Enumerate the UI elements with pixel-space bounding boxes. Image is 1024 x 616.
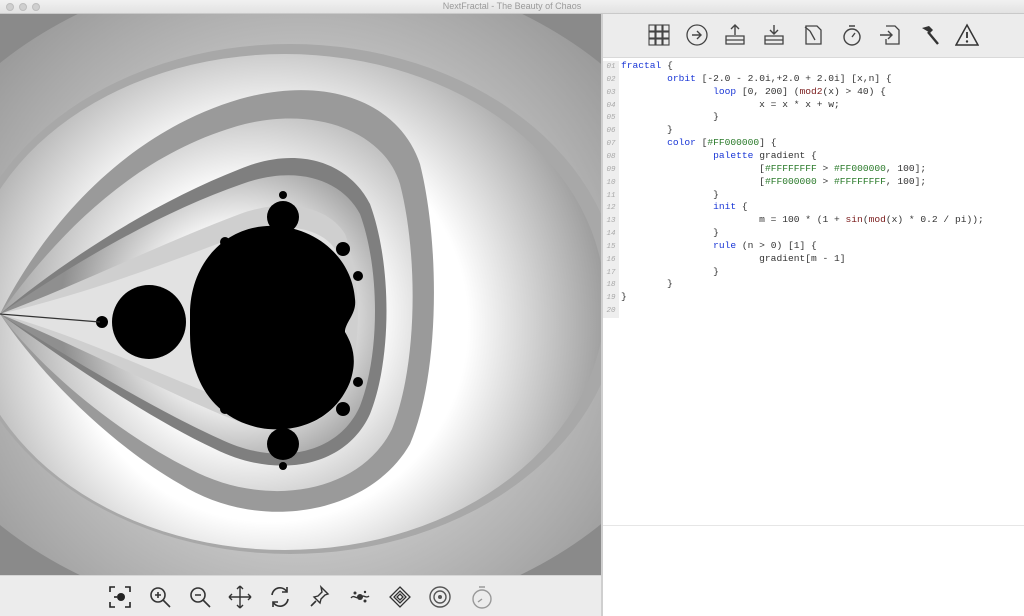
capture-icon[interactable] bbox=[426, 583, 454, 611]
line-text: color [#FF000000] { bbox=[667, 137, 777, 149]
move-icon[interactable] bbox=[226, 583, 254, 611]
code-line[interactable]: 06 } bbox=[603, 123, 1024, 139]
code-line[interactable]: 12 init { bbox=[603, 200, 1024, 216]
code-line[interactable]: 09 [#FFFFFFFF > #FF000000, 100]; bbox=[603, 162, 1024, 177]
code-line[interactable]: 13 m = 100 * (1 + sin(mod(x) * 0.2 / pi)… bbox=[603, 213, 1024, 229]
hammer-icon[interactable] bbox=[916, 21, 942, 49]
julia-icon[interactable] bbox=[346, 583, 374, 611]
orbit-icon[interactable] bbox=[386, 583, 414, 611]
code-line[interactable]: 01 fractal { bbox=[603, 59, 1024, 74]
line-text: rule (n > 0) [1] { bbox=[713, 239, 817, 251]
code-line[interactable]: 19} bbox=[603, 290, 1024, 306]
code-line[interactable]: 10 [#FF000000 > #FFFFFFFF, 100]; bbox=[603, 175, 1024, 190]
export-icon[interactable] bbox=[877, 21, 903, 49]
line-text: } bbox=[621, 111, 719, 123]
line-text: orbit [-2.0 - 2.0i,+2.0 + 2.0i] [x,n] { bbox=[667, 72, 892, 84]
line-text: gradient[m - 1] bbox=[621, 252, 846, 264]
fractal-view[interactable] bbox=[0, 14, 601, 575]
code-line[interactable]: 04 x = x * x + w; bbox=[603, 98, 1024, 113]
pin-icon[interactable] bbox=[306, 583, 334, 611]
zoom-out-icon[interactable] bbox=[186, 583, 214, 611]
code-line[interactable]: 14 } bbox=[603, 226, 1024, 242]
window-title: NextFractal - The Beauty of Chaos bbox=[442, 1, 582, 11]
code-line[interactable]: 07 color [#FF000000] { bbox=[603, 136, 1024, 152]
download-icon[interactable] bbox=[761, 21, 787, 49]
stopwatch-icon[interactable] bbox=[839, 21, 865, 49]
rotate-icon[interactable] bbox=[266, 583, 294, 611]
line-text: [#FF000000 > #FFFFFFFF, 100]; bbox=[621, 175, 927, 187]
upload-icon[interactable] bbox=[722, 21, 748, 49]
code-editor[interactable]: 01 fractal {02 orbit [-2.0 - 2.0i,+2.0 + … bbox=[603, 57, 1024, 526]
code-line[interactable]: 18 } bbox=[603, 277, 1024, 293]
line-text: } bbox=[621, 124, 673, 136]
line-text: m = 100 * (1 + sin(mod(x) * 0.2 / pi)); bbox=[621, 214, 984, 226]
code-line[interactable]: 03 loop [0, 200] (mod2(x) > 40) { bbox=[603, 85, 1024, 100]
fractal-toolbar bbox=[0, 575, 601, 616]
code-line[interactable]: 15 rule (n > 0) [1] { bbox=[603, 239, 1024, 254]
editor-panel: 01 fractal {02 orbit [-2.0 - 2.0i,+2.0 + … bbox=[603, 14, 1024, 616]
line-text: } bbox=[621, 291, 627, 303]
mandelbrot-image bbox=[0, 14, 601, 575]
line-number: 20 bbox=[603, 305, 619, 319]
code-line[interactable]: 05 } bbox=[603, 110, 1024, 126]
line-text: loop [0, 200] (mod2(x) > 40) { bbox=[713, 85, 886, 97]
edit-file-icon[interactable] bbox=[800, 21, 826, 49]
code-line[interactable]: 20 bbox=[603, 303, 1024, 319]
editor-toolbar bbox=[603, 14, 1024, 56]
warning-icon[interactable] bbox=[954, 21, 980, 49]
line-text: palette gradient { bbox=[713, 149, 817, 161]
grid-icon[interactable] bbox=[646, 21, 672, 49]
code-line[interactable]: 16 gradient[m - 1] bbox=[603, 252, 1024, 267]
line-text: fractal { bbox=[621, 60, 673, 71]
timer-icon[interactable] bbox=[468, 583, 496, 611]
line-text: x = x * x + w; bbox=[621, 98, 840, 110]
select-zoom-icon[interactable] bbox=[106, 583, 134, 611]
zoom-in-icon[interactable] bbox=[146, 583, 174, 611]
code-line[interactable]: 17 } bbox=[603, 265, 1024, 280]
line-text: [#FFFFFFFF > #FF000000, 100]; bbox=[621, 162, 927, 174]
line-text: } bbox=[621, 278, 673, 290]
code-line[interactable]: 08 palette gradient { bbox=[603, 149, 1024, 164]
line-text: } bbox=[621, 227, 719, 239]
title-bar: NextFractal - The Beauty of Chaos bbox=[0, 0, 1024, 14]
code-line[interactable]: 11 } bbox=[603, 188, 1024, 203]
code-line[interactable]: 02 orbit [-2.0 - 2.0i,+2.0 + 2.0i] [x,n]… bbox=[603, 72, 1024, 87]
line-text: } bbox=[621, 265, 719, 277]
line-text: } bbox=[621, 188, 719, 200]
play-icon[interactable] bbox=[684, 21, 710, 49]
output-pane bbox=[603, 526, 1024, 616]
line-text: init { bbox=[713, 201, 748, 213]
